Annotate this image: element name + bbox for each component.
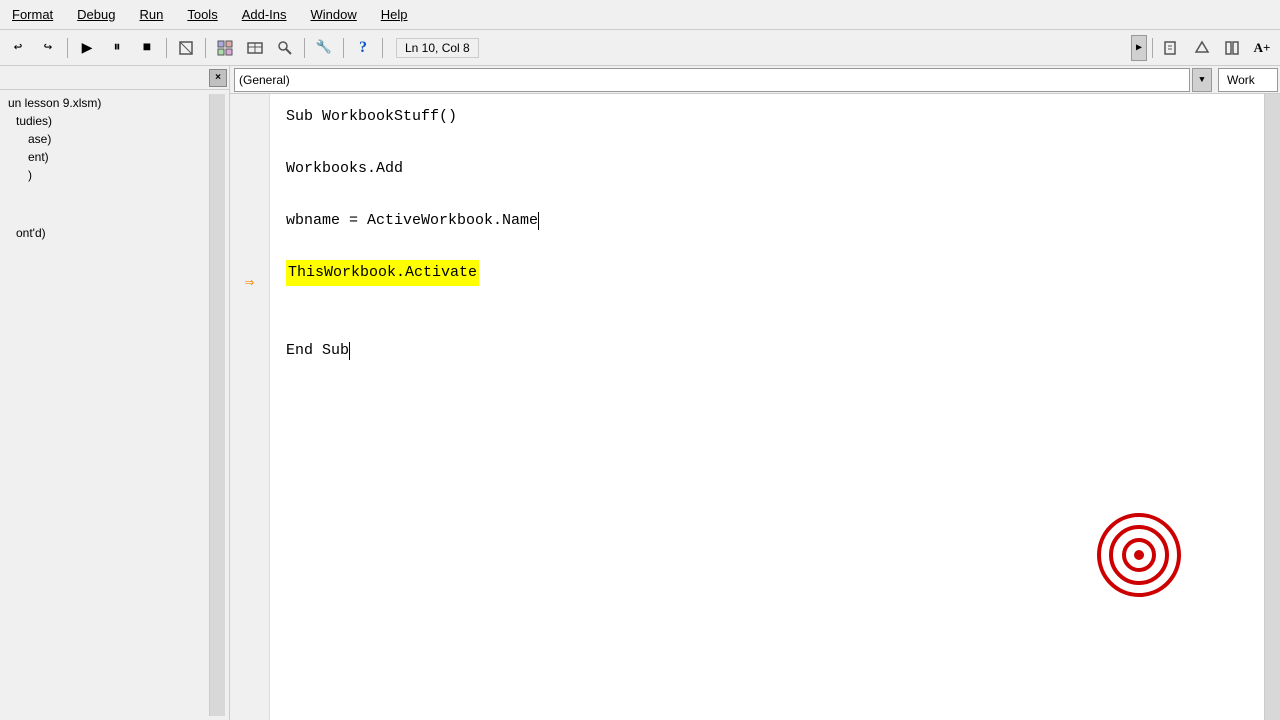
sidebar-scrollbar[interactable] — [209, 94, 225, 716]
project-explorer-button[interactable] — [211, 35, 239, 61]
sidebar-item-2[interactable]: ase) — [4, 130, 209, 148]
code-line-1 — [286, 130, 1248, 156]
toolbar-sep-4 — [304, 38, 305, 58]
cursor-position: Ln 10, Col 8 — [396, 38, 479, 58]
code-editor[interactable]: ⇒ Sub WorkbookStuff() Workbooks.Add wbna… — [230, 94, 1280, 720]
code-area: ▼ Work ⇒ Sub WorkbookStuff() Workbooks.A… — [230, 66, 1280, 720]
sidebar-close-button[interactable]: × — [209, 69, 227, 87]
help-button[interactable]: ? — [349, 35, 377, 61]
main-area: × un lesson 9.xlsm) tudies) ase) ent) ) … — [0, 66, 1280, 720]
general-dropdown-arrow[interactable]: ▼ — [1192, 68, 1212, 92]
tools-button[interactable]: 🔧 — [310, 35, 338, 61]
sidebar-item-1[interactable]: tudies) — [4, 112, 209, 130]
menu-help[interactable]: Help — [377, 5, 412, 24]
sidebar-item-4[interactable]: ) — [4, 166, 209, 184]
toolbar-sep-6 — [382, 38, 383, 58]
menu-tools[interactable]: Tools — [183, 5, 221, 24]
toolbar-sep-2 — [166, 38, 167, 58]
menu-bar: Format Debug Run Tools Add-Ins Window He… — [0, 0, 1280, 30]
menu-addins[interactable]: Add-Ins — [238, 5, 291, 24]
object-browser-button[interactable] — [271, 35, 299, 61]
extra-btn-3[interactable] — [1218, 35, 1246, 61]
sidebar-content: un lesson 9.xlsm) tudies) ase) ent) ) on… — [0, 90, 229, 720]
sidebar-item-3[interactable]: ent) — [4, 148, 209, 166]
menu-format[interactable]: Format — [8, 5, 57, 24]
sidebar-tree: un lesson 9.xlsm) tudies) ase) ent) ) on… — [4, 94, 209, 716]
menu-window[interactable]: Window — [307, 5, 361, 24]
code-line-8 — [286, 312, 1248, 338]
extra-btn-2[interactable] — [1188, 35, 1216, 61]
code-line-6: ThisWorkbook.Activate — [286, 260, 1248, 286]
work-dropdown[interactable]: Work — [1218, 68, 1278, 92]
reticle-icon — [1094, 510, 1184, 600]
properties-button[interactable] — [241, 35, 269, 61]
run-button[interactable]: ▶ — [73, 35, 101, 61]
code-text-end-sub: End Sub — [286, 338, 349, 364]
code-line-9: End Sub — [286, 338, 1248, 364]
code-lines[interactable]: Sub WorkbookStuff() Workbooks.Add wbname… — [270, 94, 1264, 720]
dropdown-bar: ▼ Work — [230, 66, 1280, 94]
general-dropdown[interactable] — [234, 68, 1190, 92]
text-cursor — [349, 342, 350, 360]
code-line-2: Workbooks.Add — [286, 156, 1248, 182]
menu-debug[interactable]: Debug — [73, 5, 119, 24]
sidebar-item-5[interactable]: ont'd) — [4, 224, 209, 242]
extra-btn-1[interactable] — [1158, 35, 1186, 61]
extra-btn-4[interactable]: A+ — [1248, 35, 1276, 61]
sidebar-gap — [4, 184, 209, 224]
code-scrollbar[interactable] — [1264, 94, 1280, 720]
execution-arrow: ⇒ — [234, 272, 266, 292]
redo-button[interactable]: ↪ — [34, 35, 62, 61]
code-line-5 — [286, 234, 1248, 260]
toolbar-sep-3 — [205, 38, 206, 58]
highlighted-code-text: ThisWorkbook.Activate — [286, 260, 479, 286]
undo-button[interactable]: ↩ — [4, 35, 32, 61]
code-text-2: Workbooks.Add — [286, 156, 403, 182]
menu-run[interactable]: Run — [135, 5, 167, 24]
code-line-7 — [286, 286, 1248, 312]
code-line-3 — [286, 182, 1248, 208]
text-cursor-indicator — [538, 212, 539, 230]
sidebar-item-0[interactable]: un lesson 9.xlsm) — [4, 94, 209, 112]
stop-button[interactable]: ■ — [133, 35, 161, 61]
code-text-4: wbname = ActiveWorkbook.Name — [286, 208, 538, 234]
toolbar-sep-5 — [343, 38, 344, 58]
toolbar: ↩ ↪ ▶ ⏸ ■ — [0, 30, 1280, 66]
code-line-0: Sub WorkbookStuff() — [286, 104, 1248, 130]
toolbar-expand-button[interactable]: ▶ — [1131, 35, 1147, 61]
code-line-4: wbname = ActiveWorkbook.Name — [286, 208, 1248, 234]
sidebar-header: × — [0, 66, 229, 90]
code-gutter: ⇒ — [230, 94, 270, 720]
sidebar: × un lesson 9.xlsm) tudies) ase) ent) ) … — [0, 66, 230, 720]
code-text-0: Sub WorkbookStuff() — [286, 104, 457, 130]
design-button[interactable] — [172, 35, 200, 61]
toolbar-sep-7 — [1152, 38, 1153, 58]
pause-button[interactable]: ⏸ — [103, 35, 131, 61]
toolbar-sep-1 — [67, 38, 68, 58]
